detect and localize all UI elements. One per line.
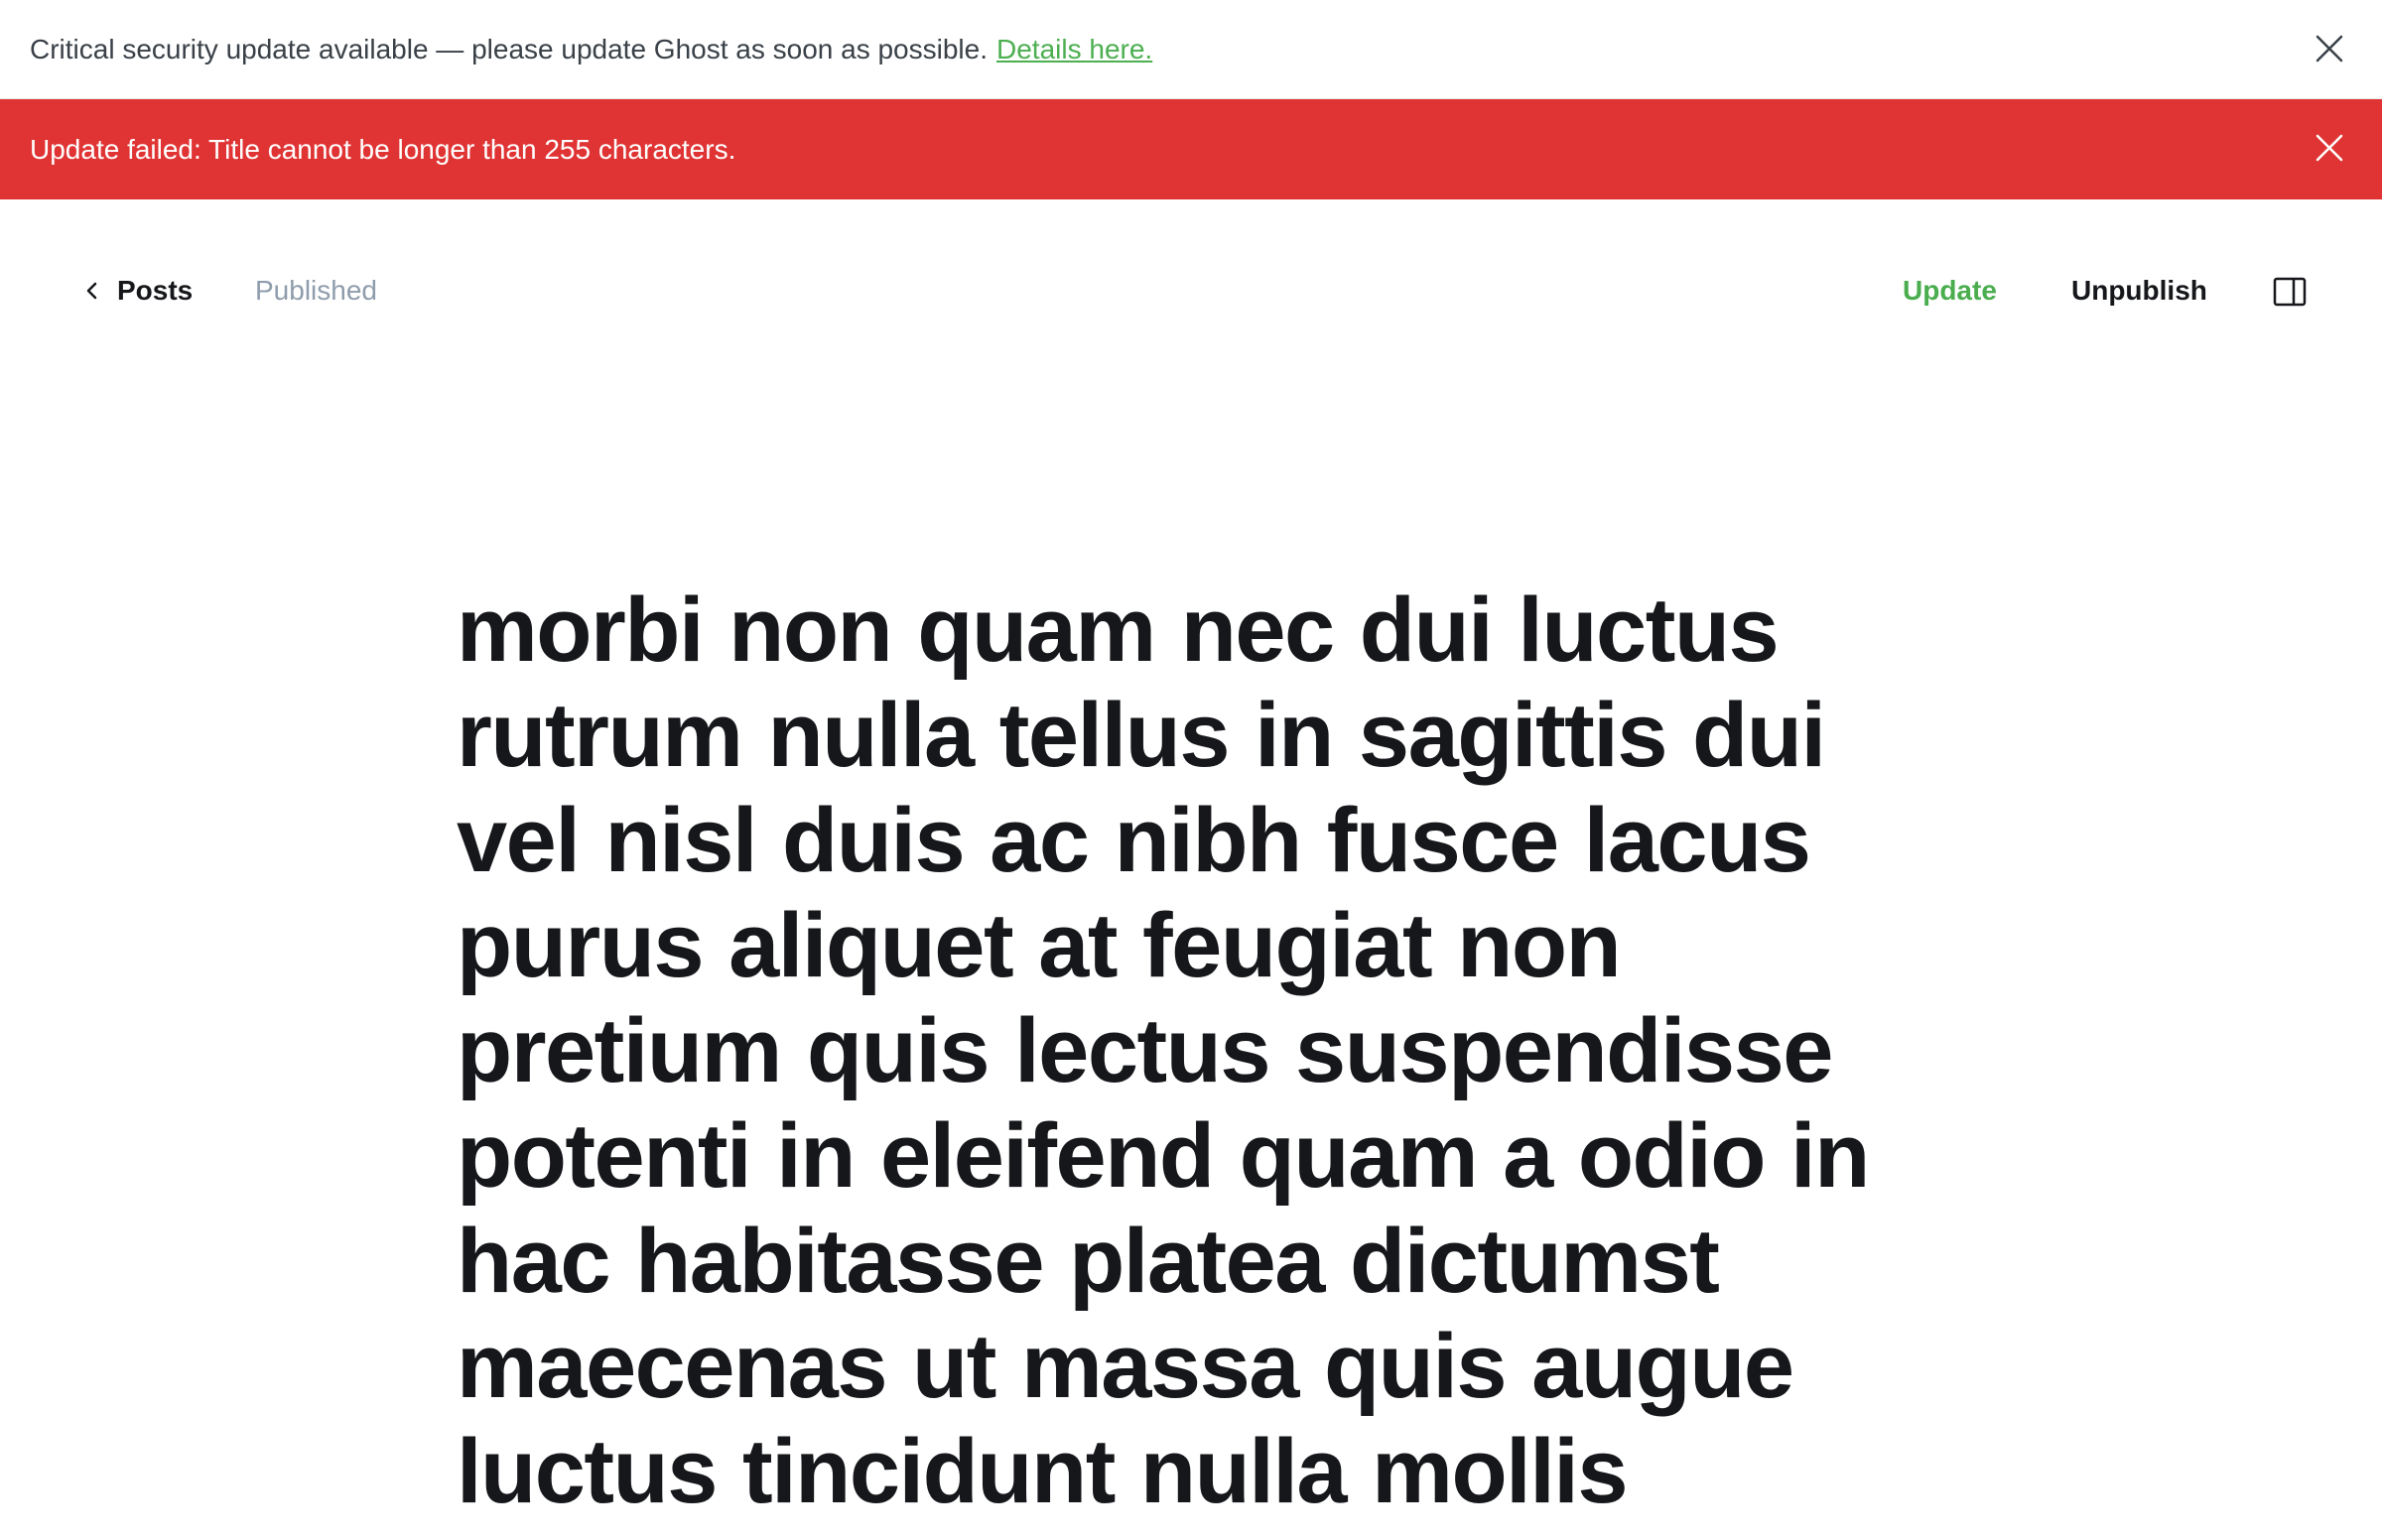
back-link-label: Posts — [117, 275, 194, 306]
unpublish-button[interactable]: Unpublish — [2071, 275, 2207, 307]
security-banner-message: Critical security update available — ple… — [30, 33, 988, 64]
close-icon — [2316, 35, 2343, 63]
error-alert-message: Update failed: Title cannot be longer th… — [30, 133, 736, 165]
security-update-banner: Critical security update available — ple… — [0, 0, 2382, 99]
close-icon — [2316, 134, 2343, 162]
error-alert-close-button[interactable] — [2310, 128, 2349, 168]
settings-sidebar-toggle-button[interactable] — [2273, 275, 2307, 309]
update-button[interactable]: Update — [1903, 275, 1997, 307]
back-to-posts-link[interactable]: Posts — [85, 275, 193, 307]
security-banner-close-button[interactable] — [2310, 29, 2349, 68]
security-details-link[interactable]: Details here. — [996, 34, 1152, 65]
editor-header: Posts Published Update Unpublish — [0, 199, 2382, 388]
error-alert: Update failed: Title cannot be longer th… — [0, 99, 2382, 199]
post-title-input[interactable]: morbi non quam nec dui luctus rutrum nul… — [457, 578, 1945, 1524]
post-status-label: Published — [255, 275, 377, 306]
sidebar-panel-icon — [2273, 277, 2307, 307]
chevron-left-icon — [85, 281, 97, 301]
